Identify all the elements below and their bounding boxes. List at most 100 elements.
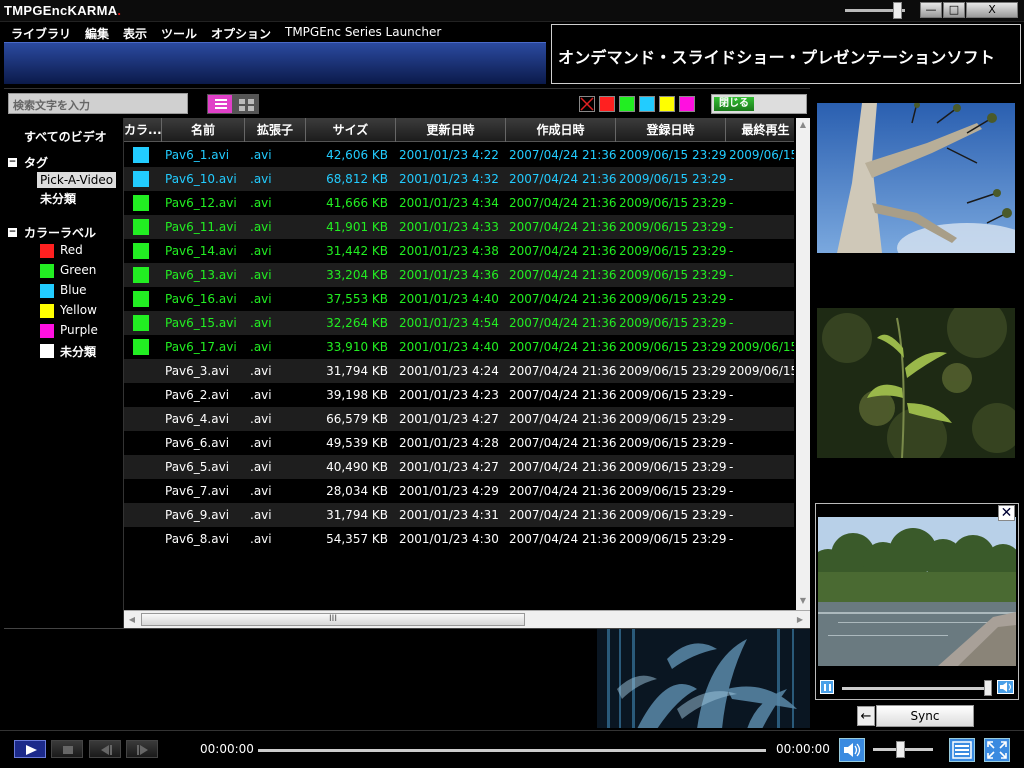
search-input[interactable]: 検索文字を入力 bbox=[8, 93, 188, 114]
cell-name: Pav6_17.avi bbox=[165, 340, 237, 354]
thumbnail-tree-branch[interactable] bbox=[817, 103, 1015, 253]
table-row[interactable]: Pav6_15.avi .avi 32,264 KB 2001/01/23 4:54 2… bbox=[124, 311, 794, 335]
list-view-toggle[interactable] bbox=[207, 94, 233, 114]
scroll-right-icon[interactable]: ▶ bbox=[794, 613, 806, 626]
menu-edit[interactable]: 編集 bbox=[85, 25, 109, 42]
menu-library[interactable]: ライブラリ bbox=[11, 25, 71, 42]
cell-size: 31,794 KB bbox=[326, 364, 388, 378]
table-horizontal-scrollbar[interactable]: ◀ III ▶ bbox=[124, 610, 810, 628]
list-view-button[interactable] bbox=[949, 738, 975, 762]
preview-pause-button[interactable] bbox=[820, 680, 834, 694]
foliage-background bbox=[597, 629, 810, 728]
library-tree: すべてのビデオ − タグ Pick-A-Video 未分類 − カラーラベル R… bbox=[4, 118, 124, 628]
playback-bar: 00:00:00 00:00:00 bbox=[0, 730, 1024, 768]
preview-seek-slider[interactable] bbox=[842, 680, 992, 696]
thumbnail-plant-leaves[interactable] bbox=[817, 308, 1015, 458]
stop-button[interactable] bbox=[51, 740, 83, 758]
table-row[interactable]: Pav6_11.avi .avi 41,901 KB 2001/01/23 4:33 2… bbox=[124, 215, 794, 239]
tree-color-label[interactable]: Green bbox=[60, 263, 96, 277]
cell-size: 40,490 KB bbox=[326, 460, 388, 474]
hscroll-thumb[interactable]: III bbox=[141, 613, 525, 626]
table-row[interactable]: Pav6_1.avi .avi 42,606 KB 2001/01/23 4:22 20… bbox=[124, 143, 794, 167]
table-row[interactable]: Pav6_6.avi .avi 49,539 KB 2001/01/23 4:28 20… bbox=[124, 431, 794, 455]
table-row[interactable]: Pav6_12.avi .avi 41,666 KB 2001/01/23 4:34 2… bbox=[124, 191, 794, 215]
tree-all-videos[interactable]: すべてのビデオ bbox=[24, 128, 107, 145]
tree-color-label[interactable]: Purple bbox=[60, 323, 98, 337]
volume-slider[interactable] bbox=[873, 741, 933, 758]
top-volume-knob[interactable] bbox=[893, 2, 902, 19]
scroll-up-icon[interactable]: ▲ bbox=[796, 118, 810, 132]
table-row[interactable]: Pav6_10.avi .avi 68,812 KB 2001/01/23 4:32 2… bbox=[124, 167, 794, 191]
filter-yellow-button[interactable] bbox=[659, 96, 675, 112]
scroll-left-icon[interactable]: ◀ bbox=[126, 613, 138, 626]
col-created[interactable]: 作成日時 bbox=[506, 118, 616, 142]
volume-button[interactable] bbox=[839, 738, 865, 762]
filter-green-button[interactable] bbox=[619, 96, 635, 112]
table-vertical-scrollbar[interactable]: ▲ ▼ bbox=[796, 118, 810, 610]
table-row[interactable]: Pav6_14.avi .avi 31,442 KB 2001/01/23 4:38 2… bbox=[124, 239, 794, 263]
seek-bar[interactable] bbox=[258, 749, 766, 752]
menu-view[interactable]: 表示 bbox=[123, 25, 147, 42]
play-button[interactable] bbox=[14, 740, 46, 758]
preview-volume-button[interactable] bbox=[997, 680, 1014, 694]
col-last-played[interactable]: 最終再生 bbox=[726, 118, 806, 142]
cell-name: Pav6_12.avi bbox=[165, 196, 237, 210]
menu-options[interactable]: オプション bbox=[211, 25, 271, 42]
next-frame-button[interactable] bbox=[126, 740, 158, 758]
menu-tools[interactable]: ツール bbox=[161, 25, 197, 42]
table-row[interactable]: Pav6_16.avi .avi 37,553 KB 2001/01/23 4:40 2… bbox=[124, 287, 794, 311]
filter-none-button[interactable] bbox=[579, 96, 595, 112]
tree-color-label[interactable]: Red bbox=[60, 243, 83, 257]
col-color[interactable]: カラ... bbox=[124, 118, 162, 142]
prev-frame-button[interactable] bbox=[89, 740, 121, 758]
row-color-label bbox=[133, 195, 149, 211]
table-row[interactable]: Pav6_2.avi .avi 39,198 KB 2001/01/23 4:23 20… bbox=[124, 383, 794, 407]
close-panel-toggle[interactable]: 閉じる bbox=[711, 94, 807, 114]
menu-series-launcher[interactable]: TMPGEnc Series Launcher bbox=[285, 25, 441, 39]
tree-color-header[interactable]: カラーラベル bbox=[24, 224, 96, 241]
col-extension[interactable]: 拡張子 bbox=[245, 118, 306, 142]
sync-button[interactable]: Sync bbox=[876, 705, 974, 727]
table-row[interactable]: Pav6_3.avi .avi 31,794 KB 2001/01/23 4:24 20… bbox=[124, 359, 794, 383]
tag-expander-icon[interactable]: − bbox=[8, 158, 17, 167]
col-size[interactable]: サイズ bbox=[306, 118, 396, 142]
color-expander-icon[interactable]: − bbox=[8, 228, 17, 237]
table-row[interactable]: Pav6_13.avi .avi 33,204 KB 2001/01/23 4:36 2… bbox=[124, 263, 794, 287]
tree-color-label[interactable]: Blue bbox=[60, 283, 87, 297]
col-modified[interactable]: 更新日時 bbox=[396, 118, 506, 142]
preview-video[interactable] bbox=[818, 517, 1016, 666]
volume-knob[interactable] bbox=[896, 741, 905, 758]
tree-tag-pick-a-video[interactable]: Pick-A-Video bbox=[37, 172, 117, 188]
maximize-button[interactable]: □ bbox=[943, 2, 965, 18]
filter-blue-button[interactable] bbox=[639, 96, 655, 112]
cell-last-played: 2009/06/15 bbox=[729, 340, 794, 354]
close-window-button[interactable]: X bbox=[966, 2, 1018, 18]
cell-last-played: - bbox=[729, 388, 734, 402]
table-row[interactable]: Pav6_7.avi .avi 28,034 KB 2001/01/23 4:29 20… bbox=[124, 479, 794, 503]
fullscreen-button[interactable] bbox=[984, 738, 1010, 762]
cell-registered: 2009/06/15 23:29 bbox=[619, 508, 726, 522]
grid-view-toggle[interactable] bbox=[233, 94, 259, 114]
preview-seek-knob[interactable] bbox=[983, 680, 992, 696]
tree-color-label[interactable]: Yellow bbox=[60, 303, 97, 317]
filter-purple-button[interactable] bbox=[679, 96, 695, 112]
col-name[interactable]: 名前 bbox=[162, 118, 245, 142]
preview-close-button[interactable]: ✕ bbox=[998, 505, 1015, 521]
table-row[interactable]: Pav6_9.avi .avi 31,794 KB 2001/01/23 4:31 20… bbox=[124, 503, 794, 527]
scroll-down-icon[interactable]: ▼ bbox=[796, 594, 810, 608]
cell-last-played: - bbox=[729, 244, 734, 258]
col-registered[interactable]: 登録日時 bbox=[616, 118, 726, 142]
table-row[interactable]: Pav6_4.avi .avi 66,579 KB 2001/01/23 4:27 20… bbox=[124, 407, 794, 431]
tree-tag-uncategorized[interactable]: 未分類 bbox=[40, 190, 76, 207]
filter-red-button[interactable] bbox=[599, 96, 615, 112]
tree-tag-header[interactable]: タグ bbox=[24, 154, 48, 171]
sync-back-button[interactable]: ← bbox=[857, 706, 875, 726]
table-row[interactable]: Pav6_17.avi .avi 33,910 KB 2001/01/23 4:40 2… bbox=[124, 335, 794, 359]
minimize-button[interactable]: — bbox=[920, 2, 942, 18]
tree-color-label[interactable]: 未分類 bbox=[60, 343, 96, 360]
cell-created: 2007/04/24 21:36 bbox=[509, 340, 616, 354]
table-row[interactable]: Pav6_8.avi .avi 54,357 KB 2001/01/23 4:30 20… bbox=[124, 527, 794, 551]
top-volume-slider[interactable] bbox=[845, 2, 905, 19]
table-row[interactable]: Pav6_5.avi .avi 40,490 KB 2001/01/23 4:27 20… bbox=[124, 455, 794, 479]
cell-registered: 2009/06/15 23:29 bbox=[619, 196, 726, 210]
